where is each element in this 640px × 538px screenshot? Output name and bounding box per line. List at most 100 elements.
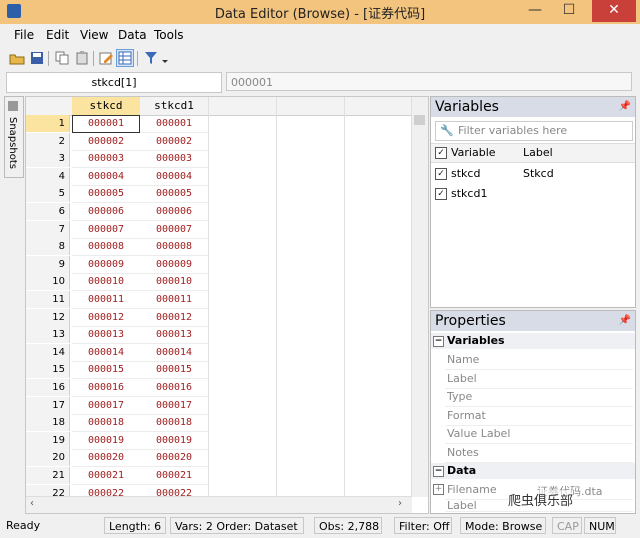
row-number[interactable]: 14 [26, 343, 70, 361]
menu-view[interactable]: View [80, 28, 108, 42]
row-number[interactable]: 15 [26, 361, 70, 379]
data-cell[interactable]: 000009 [72, 256, 140, 274]
data-cell[interactable]: 000011 [72, 291, 140, 309]
data-cell[interactable]: 000020 [140, 449, 208, 468]
data-cell[interactable]: 000008 [72, 238, 140, 257]
data-cell[interactable]: 000016 [140, 379, 208, 397]
row-number[interactable]: 10 [26, 273, 70, 291]
variable-checkbox[interactable]: ✓ [435, 188, 447, 200]
scroll-left-icon[interactable]: ‹ [30, 498, 34, 509]
data-cell[interactable]: 000014 [140, 344, 208, 362]
filter-variables-input[interactable]: 🔧 Filter variables here [435, 121, 633, 141]
maximize-button[interactable]: ☐ [554, 0, 584, 22]
data-cell[interactable]: 000011 [140, 291, 208, 309]
data-cell[interactable]: 000001 [72, 115, 140, 133]
data-cell[interactable]: 000018 [72, 414, 140, 433]
row-number[interactable]: 4 [26, 167, 70, 185]
data-cell[interactable]: 000010 [140, 273, 208, 292]
row-number[interactable]: 9 [26, 255, 70, 273]
data-cell[interactable]: 000010 [72, 273, 140, 292]
scroll-thumb[interactable] [414, 115, 425, 125]
row-number[interactable]: 12 [26, 308, 70, 326]
data-cell[interactable]: 000008 [140, 238, 208, 257]
data-cell[interactable]: 000003 [72, 150, 140, 169]
data-cell[interactable]: 000006 [140, 203, 208, 221]
data-cell[interactable]: 000021 [72, 467, 140, 485]
close-button[interactable]: ✕ [592, 0, 636, 22]
data-cell[interactable]: 000004 [72, 168, 140, 186]
paste-icon[interactable] [73, 49, 91, 67]
scroll-right-icon[interactable]: › [398, 498, 402, 509]
row-number[interactable]: 11 [26, 291, 70, 308]
data-cell[interactable]: 000013 [140, 326, 208, 345]
pin-icon[interactable]: 📌 [619, 311, 631, 331]
vertical-scrollbar[interactable] [411, 97, 428, 497]
row-number[interactable]: 16 [26, 379, 70, 396]
row-number[interactable]: 13 [26, 326, 70, 344]
column-header-stkcd[interactable]: stkcd [72, 97, 140, 115]
copy-icon[interactable] [53, 49, 71, 67]
minimize-button[interactable]: — [520, 0, 550, 22]
row-number[interactable]: 19 [26, 431, 70, 449]
menu-edit[interactable]: Edit [46, 28, 69, 42]
data-cell[interactable]: 000019 [140, 432, 208, 450]
data-cell[interactable]: 000005 [140, 185, 208, 204]
data-cell[interactable]: 000003 [140, 150, 208, 169]
data-cell[interactable]: 000006 [72, 203, 140, 221]
variable-row[interactable]: ✓ stkcd Stkcd [431, 165, 635, 183]
column-header-stkcd1[interactable]: stkcd1 [140, 99, 208, 112]
data-cell[interactable]: 000013 [72, 326, 140, 345]
row-number[interactable]: 17 [26, 396, 70, 414]
row-number[interactable]: 6 [26, 203, 70, 220]
row-number[interactable]: 7 [26, 220, 70, 238]
data-grid[interactable]: stkcd stkcd1 1 000001 000001 2 000002 000002 3… [25, 96, 429, 514]
save-icon[interactable] [28, 49, 46, 67]
menu-data[interactable]: Data [118, 28, 147, 42]
data-cell[interactable]: 000017 [72, 397, 140, 415]
data-cell[interactable]: 000020 [72, 449, 140, 468]
browse-data-icon[interactable] [116, 49, 134, 67]
row-number[interactable]: 18 [26, 414, 70, 432]
data-cell[interactable]: 000004 [140, 168, 208, 186]
select-all-checkbox[interactable]: ✓ [435, 147, 447, 159]
expand-icon[interactable]: + [433, 484, 444, 495]
row-number[interactable]: 20 [26, 449, 70, 467]
data-cell[interactable]: 000001 [140, 115, 208, 133]
data-cell[interactable]: 000018 [140, 414, 208, 433]
data-cell[interactable]: 000014 [72, 344, 140, 362]
data-cell[interactable]: 000019 [72, 432, 140, 450]
row-number[interactable]: 5 [26, 185, 70, 203]
data-cell[interactable]: 000002 [140, 133, 208, 151]
collapse-icon[interactable]: − [433, 466, 444, 477]
data-cell[interactable]: 000009 [140, 256, 208, 274]
row-number[interactable]: 1 [26, 115, 70, 132]
data-cell[interactable]: 000016 [72, 379, 140, 397]
column-variable[interactable]: Variable [451, 146, 496, 159]
data-cell[interactable]: 000015 [72, 361, 140, 380]
row-number[interactable]: 3 [26, 150, 70, 168]
data-cell[interactable]: 000015 [140, 361, 208, 380]
row-number[interactable]: 21 [26, 467, 70, 484]
edit-data-icon[interactable] [97, 49, 115, 67]
snapshots-tab[interactable]: Snapshots [4, 96, 24, 178]
variable-row[interactable]: ✓ stkcd1 [431, 185, 635, 203]
data-cell[interactable]: 000007 [72, 221, 140, 239]
data-cell[interactable]: 000002 [72, 133, 140, 151]
cell-value-input[interactable]: 000001 [226, 72, 632, 91]
row-number[interactable]: 8 [26, 238, 70, 256]
data-cell[interactable]: 000017 [140, 397, 208, 415]
data-cell[interactable]: 000012 [72, 309, 140, 327]
collapse-icon[interactable]: − [433, 336, 444, 347]
data-cell[interactable]: 000005 [72, 185, 140, 204]
column-label[interactable]: Label [523, 146, 553, 159]
data-cell[interactable]: 000007 [140, 221, 208, 239]
property-group-data[interactable]: − Data [431, 463, 635, 479]
data-cell[interactable]: 000021 [140, 467, 208, 485]
variable-checkbox[interactable]: ✓ [435, 168, 447, 180]
horizontal-scrollbar[interactable]: ‹ › [26, 496, 412, 513]
menu-file[interactable]: File [14, 28, 34, 42]
filter-dropdown-icon[interactable] [160, 49, 170, 67]
cell-name-box[interactable]: stkcd[1] [6, 72, 222, 93]
pin-icon[interactable]: 📌 [619, 97, 631, 117]
filter-icon[interactable] [142, 49, 160, 67]
